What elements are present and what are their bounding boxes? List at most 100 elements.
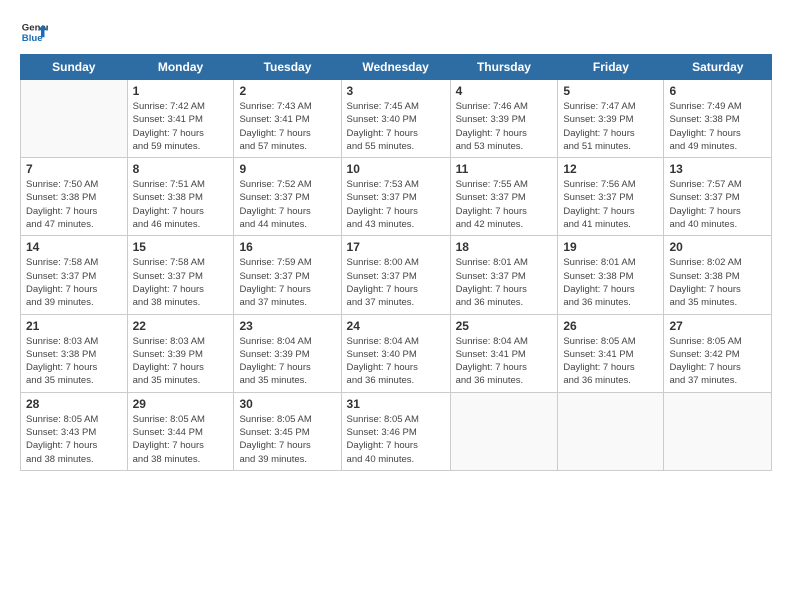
day-number: 7 bbox=[26, 162, 122, 176]
header-cell-wednesday: Wednesday bbox=[341, 55, 450, 80]
day-info: Sunrise: 7:59 AM Sunset: 3:37 PM Dayligh… bbox=[239, 256, 335, 309]
day-number: 19 bbox=[563, 240, 658, 254]
day-info: Sunrise: 7:42 AM Sunset: 3:41 PM Dayligh… bbox=[133, 100, 229, 153]
day-info: Sunrise: 8:03 AM Sunset: 3:38 PM Dayligh… bbox=[26, 335, 122, 388]
day-number: 24 bbox=[347, 319, 445, 333]
day-info: Sunrise: 8:05 AM Sunset: 3:46 PM Dayligh… bbox=[347, 413, 445, 466]
day-info: Sunrise: 8:00 AM Sunset: 3:37 PM Dayligh… bbox=[347, 256, 445, 309]
day-number: 8 bbox=[133, 162, 229, 176]
header: General Blue bbox=[20, 18, 772, 46]
day-number: 1 bbox=[133, 84, 229, 98]
day-info: Sunrise: 8:04 AM Sunset: 3:40 PM Dayligh… bbox=[347, 335, 445, 388]
calendar-cell bbox=[450, 392, 558, 470]
calendar-cell: 16 Sunrise: 7:59 AM Sunset: 3:37 PM Dayli… bbox=[234, 236, 341, 314]
day-number: 13 bbox=[669, 162, 766, 176]
day-number: 17 bbox=[347, 240, 445, 254]
day-number: 3 bbox=[347, 84, 445, 98]
page: General Blue SundayMondayTuesdayWednesda… bbox=[0, 0, 792, 612]
day-info: Sunrise: 7:46 AM Sunset: 3:39 PM Dayligh… bbox=[456, 100, 553, 153]
calendar-cell: 10 Sunrise: 7:53 AM Sunset: 3:37 PM Dayli… bbox=[341, 158, 450, 236]
day-info: Sunrise: 7:51 AM Sunset: 3:38 PM Dayligh… bbox=[133, 178, 229, 231]
day-number: 5 bbox=[563, 84, 658, 98]
calendar-cell: 27Sunrise: 8:05 AM Sunset: 3:42 PM Dayli… bbox=[664, 314, 772, 392]
day-info: Sunrise: 8:05 AM Sunset: 3:41 PM Dayligh… bbox=[563, 335, 658, 388]
day-info: Sunrise: 7:58 AM Sunset: 3:37 PM Dayligh… bbox=[133, 256, 229, 309]
day-number: 30 bbox=[239, 397, 335, 411]
day-number: 6 bbox=[669, 84, 766, 98]
day-number: 2 bbox=[239, 84, 335, 98]
calendar-cell: 22 Sunrise: 8:03 AM Sunset: 3:39 PM Dayli… bbox=[127, 314, 234, 392]
day-info: Sunrise: 8:04 AM Sunset: 3:39 PM Dayligh… bbox=[239, 335, 335, 388]
calendar-cell: 3Sunrise: 7:45 AM Sunset: 3:40 PM Daylig… bbox=[341, 80, 450, 158]
day-info: Sunrise: 7:55 AM Sunset: 3:37 PM Dayligh… bbox=[456, 178, 553, 231]
day-info: Sunrise: 7:49 AM Sunset: 3:38 PM Dayligh… bbox=[669, 100, 766, 153]
calendar-table: SundayMondayTuesdayWednesdayThursdayFrid… bbox=[20, 54, 772, 471]
calendar-cell: 21 Sunrise: 8:03 AM Sunset: 3:38 PM Dayli… bbox=[21, 314, 128, 392]
calendar-cell: 15Sunrise: 7:58 AM Sunset: 3:37 PM Dayli… bbox=[127, 236, 234, 314]
day-info: Sunrise: 7:43 AM Sunset: 3:41 PM Dayligh… bbox=[239, 100, 335, 153]
logo-icon: General Blue bbox=[20, 18, 48, 46]
calendar-cell: 18 Sunrise: 8:01 AM Sunset: 3:37 PM Dayli… bbox=[450, 236, 558, 314]
day-number: 25 bbox=[456, 319, 553, 333]
header-cell-sunday: Sunday bbox=[21, 55, 128, 80]
day-number: 11 bbox=[456, 162, 553, 176]
day-info: Sunrise: 8:05 AM Sunset: 3:45 PM Dayligh… bbox=[239, 413, 335, 466]
calendar-cell: 30 Sunrise: 8:05 AM Sunset: 3:45 PM Dayli… bbox=[234, 392, 341, 470]
calendar-body: 1 Sunrise: 7:42 AM Sunset: 3:41 PM Daylig… bbox=[21, 80, 772, 471]
day-info: Sunrise: 8:02 AM Sunset: 3:38 PM Dayligh… bbox=[669, 256, 766, 309]
header-cell-monday: Monday bbox=[127, 55, 234, 80]
day-number: 18 bbox=[456, 240, 553, 254]
day-number: 16 bbox=[239, 240, 335, 254]
calendar-cell bbox=[664, 392, 772, 470]
calendar-cell: 2 Sunrise: 7:43 AM Sunset: 3:41 PM Daylig… bbox=[234, 80, 341, 158]
day-info: Sunrise: 8:04 AM Sunset: 3:41 PM Dayligh… bbox=[456, 335, 553, 388]
header-cell-tuesday: Tuesday bbox=[234, 55, 341, 80]
day-number: 23 bbox=[239, 319, 335, 333]
calendar-cell: 9Sunrise: 7:52 AM Sunset: 3:37 PM Daylig… bbox=[234, 158, 341, 236]
calendar-cell: 17 Sunrise: 8:00 AM Sunset: 3:37 PM Dayli… bbox=[341, 236, 450, 314]
header-cell-friday: Friday bbox=[558, 55, 664, 80]
week-row-3: 21 Sunrise: 8:03 AM Sunset: 3:38 PM Dayli… bbox=[21, 314, 772, 392]
day-info: Sunrise: 7:53 AM Sunset: 3:37 PM Dayligh… bbox=[347, 178, 445, 231]
calendar-cell: 14 Sunrise: 7:58 AM Sunset: 3:37 PM Dayli… bbox=[21, 236, 128, 314]
calendar-cell: 25 Sunrise: 8:04 AM Sunset: 3:41 PM Dayli… bbox=[450, 314, 558, 392]
calendar-cell: 6 Sunrise: 7:49 AM Sunset: 3:38 PM Daylig… bbox=[664, 80, 772, 158]
day-info: Sunrise: 8:01 AM Sunset: 3:38 PM Dayligh… bbox=[563, 256, 658, 309]
day-number: 10 bbox=[347, 162, 445, 176]
calendar-cell bbox=[21, 80, 128, 158]
calendar-cell: 12 Sunrise: 7:56 AM Sunset: 3:37 PM Dayli… bbox=[558, 158, 664, 236]
day-number: 4 bbox=[456, 84, 553, 98]
svg-text:Blue: Blue bbox=[22, 33, 43, 44]
day-info: Sunrise: 7:58 AM Sunset: 3:37 PM Dayligh… bbox=[26, 256, 122, 309]
calendar-cell: 23 Sunrise: 8:04 AM Sunset: 3:39 PM Dayli… bbox=[234, 314, 341, 392]
day-number: 21 bbox=[26, 319, 122, 333]
calendar-header: SundayMondayTuesdayWednesdayThursdayFrid… bbox=[21, 55, 772, 80]
calendar-cell bbox=[558, 392, 664, 470]
day-info: Sunrise: 7:47 AM Sunset: 3:39 PM Dayligh… bbox=[563, 100, 658, 153]
calendar-cell: 13Sunrise: 7:57 AM Sunset: 3:37 PM Dayli… bbox=[664, 158, 772, 236]
day-number: 20 bbox=[669, 240, 766, 254]
day-info: Sunrise: 8:01 AM Sunset: 3:37 PM Dayligh… bbox=[456, 256, 553, 309]
day-number: 31 bbox=[347, 397, 445, 411]
calendar-cell: 7 Sunrise: 7:50 AM Sunset: 3:38 PM Daylig… bbox=[21, 158, 128, 236]
day-info: Sunrise: 8:05 AM Sunset: 3:44 PM Dayligh… bbox=[133, 413, 229, 466]
calendar-cell: 26 Sunrise: 8:05 AM Sunset: 3:41 PM Dayli… bbox=[558, 314, 664, 392]
week-row-2: 14 Sunrise: 7:58 AM Sunset: 3:37 PM Dayli… bbox=[21, 236, 772, 314]
day-info: Sunrise: 8:03 AM Sunset: 3:39 PM Dayligh… bbox=[133, 335, 229, 388]
calendar-cell: 28 Sunrise: 8:05 AM Sunset: 3:43 PM Dayli… bbox=[21, 392, 128, 470]
day-number: 26 bbox=[563, 319, 658, 333]
day-number: 28 bbox=[26, 397, 122, 411]
calendar-cell: 29Sunrise: 8:05 AM Sunset: 3:44 PM Dayli… bbox=[127, 392, 234, 470]
day-info: Sunrise: 7:50 AM Sunset: 3:38 PM Dayligh… bbox=[26, 178, 122, 231]
day-number: 14 bbox=[26, 240, 122, 254]
day-info: Sunrise: 7:56 AM Sunset: 3:37 PM Dayligh… bbox=[563, 178, 658, 231]
week-row-0: 1 Sunrise: 7:42 AM Sunset: 3:41 PM Daylig… bbox=[21, 80, 772, 158]
day-info: Sunrise: 8:05 AM Sunset: 3:43 PM Dayligh… bbox=[26, 413, 122, 466]
calendar-cell: 20 Sunrise: 8:02 AM Sunset: 3:38 PM Dayli… bbox=[664, 236, 772, 314]
day-number: 22 bbox=[133, 319, 229, 333]
calendar-cell: 4 Sunrise: 7:46 AM Sunset: 3:39 PM Daylig… bbox=[450, 80, 558, 158]
header-cell-thursday: Thursday bbox=[450, 55, 558, 80]
day-number: 12 bbox=[563, 162, 658, 176]
day-info: Sunrise: 8:05 AM Sunset: 3:42 PM Dayligh… bbox=[669, 335, 766, 388]
header-cell-saturday: Saturday bbox=[664, 55, 772, 80]
